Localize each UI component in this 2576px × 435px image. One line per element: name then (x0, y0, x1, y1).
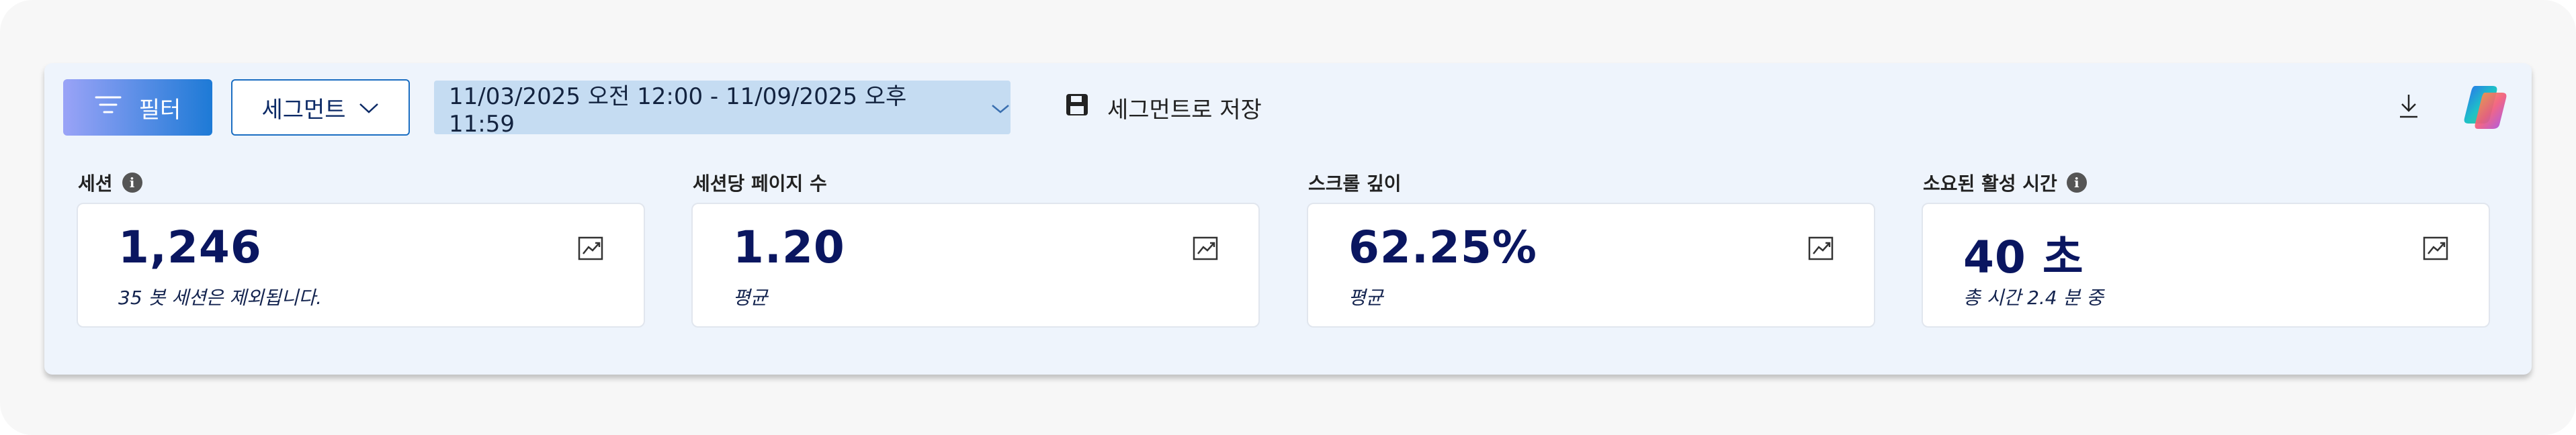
trend-chart-icon[interactable] (1807, 234, 1836, 263)
trend-chart-icon[interactable] (2421, 234, 2451, 263)
download-icon (2397, 93, 2421, 122)
segment-dropdown[interactable]: 세그먼트 (231, 79, 410, 136)
metric-value: 1,246 (118, 222, 262, 273)
chevron-down-icon (990, 94, 1011, 121)
metric-title: 세션당 페이지 수 (693, 171, 1260, 195)
metric-title-label: 스크롤 깊이 (1308, 173, 1402, 195)
save-as-segment-button[interactable]: 세그먼트로 저장 (1064, 79, 1262, 136)
metric-card: 1,246 35 봇 세션은 제외됩니다. (77, 203, 645, 328)
toolbar: 필터 세그먼트 11/03/2025 오전 12:00 - 11/09/2025… (63, 79, 2513, 138)
metric-pages-per-session: 세션당 페이지 수 1.20 평균 (691, 171, 1260, 328)
filter-button[interactable]: 필터 (63, 79, 212, 136)
page-background: 필터 세그먼트 11/03/2025 오전 12:00 - 11/09/2025… (0, 0, 2576, 435)
info-icon[interactable]: i (2066, 173, 2087, 193)
metric-card: 62.25% 평균 (1307, 203, 1875, 328)
metric-title: 소요된 활성 시간 i (1923, 171, 2490, 195)
filter-icon (95, 94, 122, 121)
metric-card: 40 초 총 시간 2.4 분 중 (1922, 203, 2490, 328)
metric-title: 스크롤 깊이 (1308, 171, 1875, 195)
metric-subtext: 평균 (1348, 287, 1383, 309)
trend-chart-icon[interactable] (576, 234, 606, 263)
download-button[interactable] (2385, 84, 2432, 131)
metric-subtext: 총 시간 2.4 분 중 (1963, 287, 2104, 309)
filter-button-label: 필터 (138, 96, 181, 124)
metric-active-time: 소요된 활성 시간 i 40 초 총 시간 2.4 분 중 (1922, 171, 2490, 328)
copilot-button[interactable] (2462, 82, 2513, 133)
metric-title-label: 세션당 페이지 수 (693, 173, 827, 195)
metric-title: 세션 i (78, 171, 645, 195)
segment-dropdown-label: 세그먼트 (261, 96, 346, 124)
metric-title-label: 세션 (78, 173, 113, 195)
copilot-logo-icon (2462, 86, 2513, 136)
metric-title-label: 소요된 활성 시간 (1923, 173, 2057, 195)
metric-value: 1.20 (733, 222, 845, 273)
date-range-picker[interactable]: 11/03/2025 오전 12:00 - 11/09/2025 오후 11:5… (434, 81, 1011, 138)
save-as-segment-label: 세그먼트로 저장 (1107, 96, 1262, 124)
trend-chart-icon[interactable] (1191, 234, 1221, 263)
metric-subtext: 평균 (733, 287, 768, 309)
dashboard-panel: 필터 세그먼트 11/03/2025 오전 12:00 - 11/09/2025… (44, 63, 2532, 375)
metric-value: 40 초 (1963, 232, 2084, 283)
metric-sessions: 세션 i 1,246 35 봇 세션은 제외됩니다. (77, 171, 645, 328)
floppy-disk-icon (1064, 92, 1090, 124)
info-icon[interactable]: i (122, 173, 142, 193)
date-range-value: 11/03/2025 오전 12:00 - 11/09/2025 오후 11:5… (449, 83, 907, 138)
chevron-down-icon (358, 94, 380, 121)
metric-scroll-depth: 스크롤 깊이 62.25% 평균 (1307, 171, 1875, 328)
metric-card: 1.20 평균 (691, 203, 1260, 328)
metric-value: 62.25% (1348, 222, 1537, 273)
metric-subtext: 35 봇 세션은 제외됩니다. (118, 287, 323, 309)
